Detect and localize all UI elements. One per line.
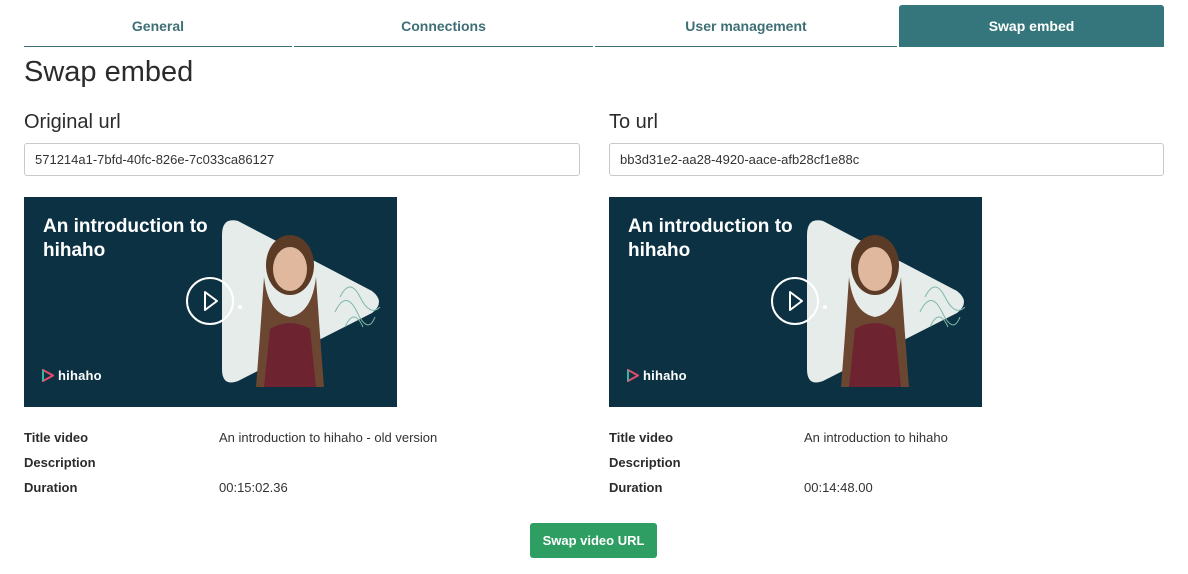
duration-row: Duration 00:15:02.36 xyxy=(24,478,580,503)
duration-value: 00:14:48.00 xyxy=(804,480,873,495)
duration-row: Duration 00:14:48.00 xyxy=(609,478,1164,503)
original-video-details: Title video An introduction to hihaho - … xyxy=(24,428,580,503)
presenter-triangle-graphic xyxy=(222,220,381,387)
description-row: Description xyxy=(24,453,580,478)
description-key: Description xyxy=(24,455,96,470)
brand-logo: hihaho xyxy=(627,368,687,383)
title-key: Title video xyxy=(609,430,674,445)
description-key: Description xyxy=(609,455,681,470)
decor-dot xyxy=(823,305,827,309)
tab-swap-embed[interactable]: Swap embed xyxy=(899,5,1164,47)
duration-key: Duration xyxy=(24,480,78,495)
title-row: Title video An introduction to hihaho xyxy=(609,428,1164,453)
play-icon[interactable] xyxy=(186,277,234,325)
tab-general[interactable]: General xyxy=(24,5,292,47)
to-url-input[interactable] xyxy=(609,143,1164,176)
hihaho-logo-icon xyxy=(627,369,639,382)
target-video-panel: To url An introduction to hihaho hihaho xyxy=(609,108,1164,503)
presenter-triangle-graphic xyxy=(807,220,966,387)
title-key: Title video xyxy=(24,430,89,445)
play-icon[interactable] xyxy=(771,277,819,325)
original-video-panel: Original url An introduction to hihaho xyxy=(24,108,580,503)
brand-name: hihaho xyxy=(58,368,102,383)
target-video-thumbnail[interactable]: An introduction to hihaho hihaho xyxy=(609,197,982,407)
page-title: Swap embed xyxy=(24,56,194,88)
title-row: Title video An introduction to hihaho - … xyxy=(24,428,580,453)
hihaho-logo-icon xyxy=(42,369,54,382)
target-video-details: Title video An introduction to hihaho De… xyxy=(609,428,1164,503)
original-url-input[interactable] xyxy=(24,143,580,176)
tab-bar: General Connections User management Swap… xyxy=(24,5,1164,47)
tab-connections[interactable]: Connections xyxy=(294,5,593,47)
title-value: An introduction to hihaho xyxy=(804,430,948,445)
duration-value: 00:15:02.36 xyxy=(219,480,288,495)
brand-logo: hihaho xyxy=(42,368,102,383)
to-url-label: To url xyxy=(609,111,658,133)
original-video-thumbnail[interactable]: An introduction to hihaho hihaho xyxy=(24,197,397,407)
thumbnail-heading: An introduction to hihaho xyxy=(43,216,208,261)
description-row: Description xyxy=(609,453,1164,478)
decor-dot xyxy=(238,305,242,309)
swap-video-url-button[interactable]: Swap video URL xyxy=(530,523,657,558)
tab-user-management[interactable]: User management xyxy=(595,5,897,47)
title-value: An introduction to hihaho - old version xyxy=(219,430,438,445)
original-url-label: Original url xyxy=(24,111,121,133)
duration-key: Duration xyxy=(609,480,663,495)
brand-name: hihaho xyxy=(643,368,687,383)
thumbnail-heading: An introduction to hihaho xyxy=(628,216,793,261)
